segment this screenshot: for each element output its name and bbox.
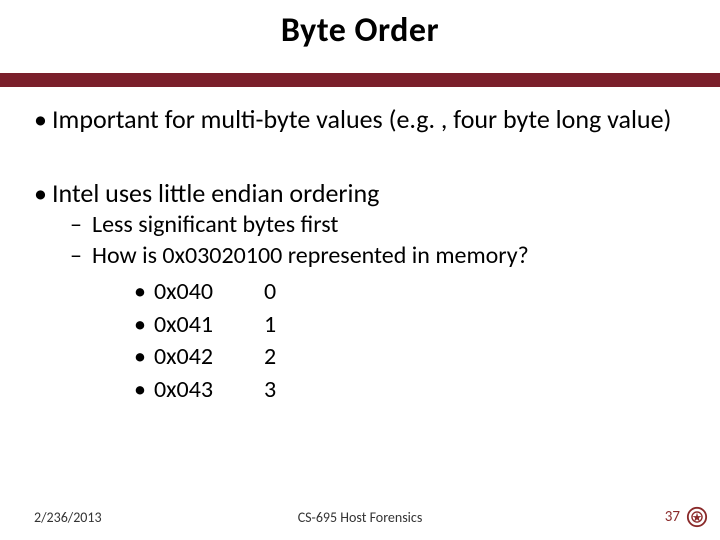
bullet-dot-icon: • [134,276,154,308]
footer-right: 37 [665,506,708,528]
slide: Byte Order • Important for multi-byte va… [0,0,720,540]
bullet-level1: • Important for multi-byte values (e.g. … [34,105,686,135]
bullet-level2: – How is 0x03020100 represented in memor… [70,242,686,271]
bullet-dot-icon: • [34,105,52,135]
footer-course: CS-695 Host Forensics [298,509,423,526]
seal-icon [686,506,708,528]
memory-row: • 0x040 0 [134,276,686,308]
memory-address: 0x040 [154,276,264,308]
footer-date: 2/236/2013 [34,509,102,526]
slide-footer: 2/236/2013 CS-695 Host Forensics 37 [0,506,720,528]
memory-address: 0x042 [154,341,264,373]
bullet-dot-icon: • [134,309,154,341]
bullet-level2: – Less significant bytes first [70,211,686,240]
bullet-dash-icon: – [70,242,92,271]
memory-value: 1 [264,309,276,341]
spacer [34,137,686,173]
slide-title: Byte Order [0,10,720,51]
bullet-text: Less significant bytes first [92,211,338,240]
bullet-level1: • Intel uses little endian ordering [34,179,686,209]
bullet-text: Important for multi-byte values (e.g. , … [52,105,671,135]
bullet-dot-icon: • [134,341,154,373]
memory-row: • 0x043 3 [134,374,686,406]
memory-value: 0 [264,276,276,308]
slide-body: • Important for multi-byte values (e.g. … [0,87,720,406]
bullet-text: How is 0x03020100 represented in memory? [92,242,529,271]
bullet-dash-icon: – [70,211,92,240]
memory-address: 0x041 [154,309,264,341]
memory-row: • 0x042 2 [134,341,686,373]
memory-address: 0x043 [154,374,264,406]
page-number: 37 [665,508,680,526]
memory-value: 2 [264,341,276,373]
memory-row: • 0x041 1 [134,309,686,341]
bullet-dot-icon: • [134,374,154,406]
bullet-dot-icon: • [34,179,52,209]
memory-value: 3 [264,374,276,406]
bullet-text: Intel uses little endian ordering [52,179,379,209]
title-divider [0,73,720,87]
